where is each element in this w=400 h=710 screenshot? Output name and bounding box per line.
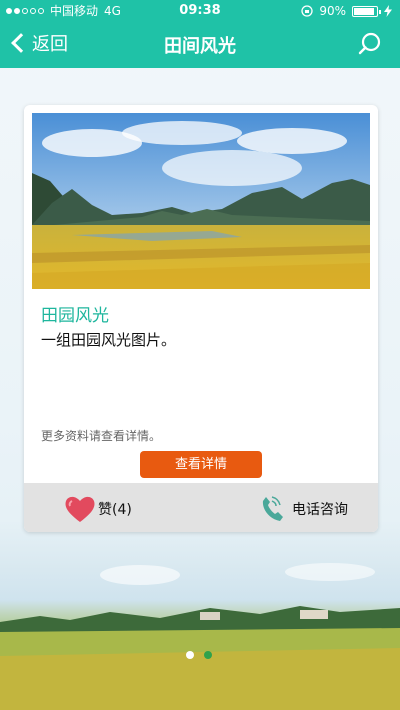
more-info-text: 更多资料请查看详情。 bbox=[41, 429, 162, 443]
battery-icon bbox=[352, 5, 381, 17]
like-count-label: 赞(4) bbox=[98, 502, 132, 518]
card-footer: 赞(4) 电话咨询 bbox=[24, 483, 378, 532]
charging-icon bbox=[384, 5, 392, 17]
search-icon[interactable] bbox=[358, 32, 382, 56]
like-button[interactable]: 赞(4) bbox=[64, 495, 132, 523]
rotation-lock-icon bbox=[301, 5, 313, 17]
view-details-button[interactable]: 查看详情 bbox=[140, 451, 262, 478]
top-bar: 中国移动 4G 09:38 90% 返回 田间风光 bbox=[0, 0, 400, 68]
phone-consult-button[interactable]: 电话咨询 bbox=[260, 495, 348, 523]
field-photo[interactable] bbox=[32, 113, 370, 289]
status-bar: 中国移动 4G 09:38 90% bbox=[0, 0, 400, 22]
phone-icon bbox=[262, 496, 283, 521]
nav-bar: 返回 田间风光 bbox=[0, 22, 400, 68]
battery-percent: 90% bbox=[319, 4, 346, 18]
content-card: 田园风光 一组田园风光图片。 更多资料请查看详情。 查看详情 赞(4) 电话咨询 bbox=[24, 105, 378, 532]
heart-icon bbox=[65, 496, 95, 522]
card-description: 一组田园风光图片。 bbox=[41, 331, 177, 349]
page-indicator bbox=[186, 651, 212, 659]
page-dot-active[interactable] bbox=[204, 651, 212, 659]
page-title: 田间风光 bbox=[164, 36, 236, 57]
background-landscape bbox=[0, 563, 400, 710]
card-title: 田园风光 bbox=[41, 306, 109, 326]
page-dot[interactable] bbox=[186, 651, 194, 659]
phone-consult-label: 电话咨询 bbox=[292, 502, 348, 518]
